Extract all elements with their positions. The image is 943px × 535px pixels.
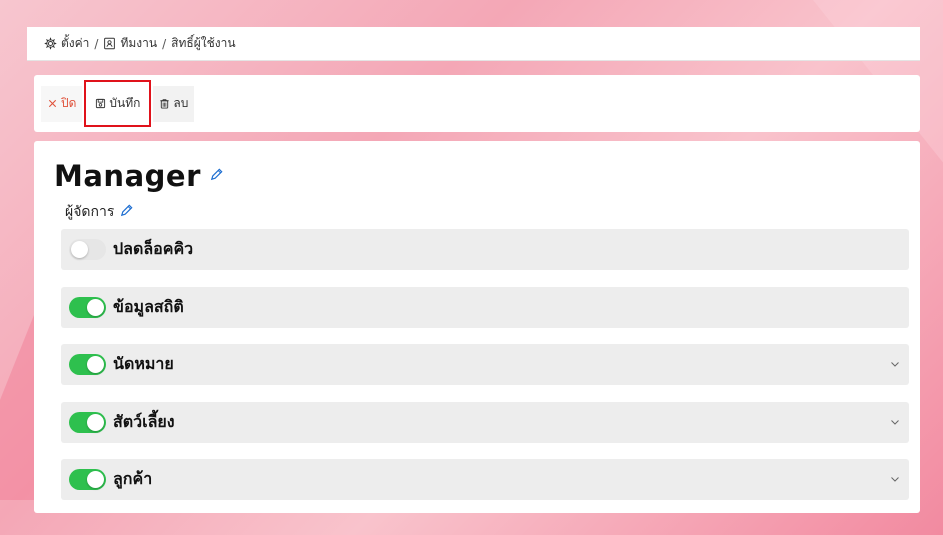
toggle-knob — [87, 356, 104, 373]
permission-label: นัดหมาย — [113, 354, 174, 373]
permission-row-unlock-queue: ปลดล็อคคิว — [61, 229, 909, 270]
permission-row-statistics: ข้อมูลสถิติ — [61, 286, 909, 328]
permission-label: ลูกค้า — [113, 469, 153, 488]
permission-row-customers[interactable]: ลูกค้า — [61, 459, 909, 500]
close-button-label: ปิด — [61, 96, 77, 110]
toggle-knob — [87, 471, 104, 488]
permission-row-pets[interactable]: สัตว์เลี้ยง — [61, 401, 909, 443]
breadcrumb-separator: / — [162, 36, 167, 51]
breadcrumb-item-team[interactable]: ทีมงาน — [103, 34, 157, 53]
subtitle-row: ผู้จัดการ — [65, 201, 134, 223]
breadcrumb-label: สิทธิ์ผู้ใช้งาน — [171, 36, 236, 50]
edit-subtitle-pencil-icon[interactable] — [119, 203, 134, 222]
breadcrumb-label: ทีมงาน — [120, 36, 158, 50]
permission-toggle[interactable] — [69, 411, 106, 433]
permission-toggle[interactable] — [69, 354, 106, 375]
page-title: Manager — [54, 159, 201, 193]
save-icon — [96, 98, 106, 109]
gear-icon — [44, 37, 57, 50]
role-permissions-card: Manager ผู้จัดการ ปลดล็อคคิว ข้อมูลสถิติ… — [34, 141, 920, 513]
role-subtitle: ผู้จัดการ — [65, 204, 115, 220]
permission-toggle[interactable] — [69, 296, 106, 318]
chevron-down-icon[interactable] — [889, 416, 901, 428]
save-button[interactable]: บันทึก — [84, 80, 152, 127]
toggle-knob — [87, 298, 104, 316]
delete-button[interactable]: ลบ — [153, 85, 195, 122]
contact-card-icon — [104, 37, 116, 50]
close-button[interactable]: ปิด — [41, 85, 83, 122]
title-row: Manager — [54, 159, 224, 193]
permission-label: ข้อมูลสถิติ — [113, 296, 184, 316]
permission-toggle[interactable] — [69, 469, 106, 490]
breadcrumb-label: ตั้งค่า — [61, 36, 90, 50]
permission-label: ปลดล็อคคิว — [113, 239, 194, 258]
permission-label: สัตว์เลี้ยง — [113, 411, 175, 431]
breadcrumb-item-user-permissions: สิทธิ์ผู้ใช้งาน — [171, 34, 235, 53]
delete-button-label: ลบ — [173, 96, 189, 110]
toggle-knob — [87, 413, 104, 431]
toggle-knob — [71, 241, 88, 258]
chevron-down-icon[interactable] — [889, 358, 901, 370]
breadcrumb-separator: / — [94, 36, 99, 51]
close-icon — [48, 99, 57, 108]
toolbar: ปิด บันทึก ลบ — [34, 75, 920, 132]
permission-toggle[interactable] — [69, 239, 106, 260]
trash-icon — [160, 99, 170, 109]
breadcrumb-item-settings[interactable]: ตั้งค่า — [44, 34, 89, 53]
permission-row-appointments[interactable]: นัดหมาย — [61, 344, 909, 385]
permission-list: ปลดล็อคคิว ข้อมูลสถิติ นัดหมาย สัตว์เลี้… — [61, 229, 909, 517]
breadcrumb: ตั้งค่า / ทีมงาน / สิทธิ์ผู้ใช้งาน — [27, 27, 920, 61]
edit-title-pencil-icon[interactable] — [209, 167, 224, 186]
save-button-label: บันทึก — [109, 96, 141, 110]
chevron-down-icon[interactable] — [889, 473, 901, 485]
